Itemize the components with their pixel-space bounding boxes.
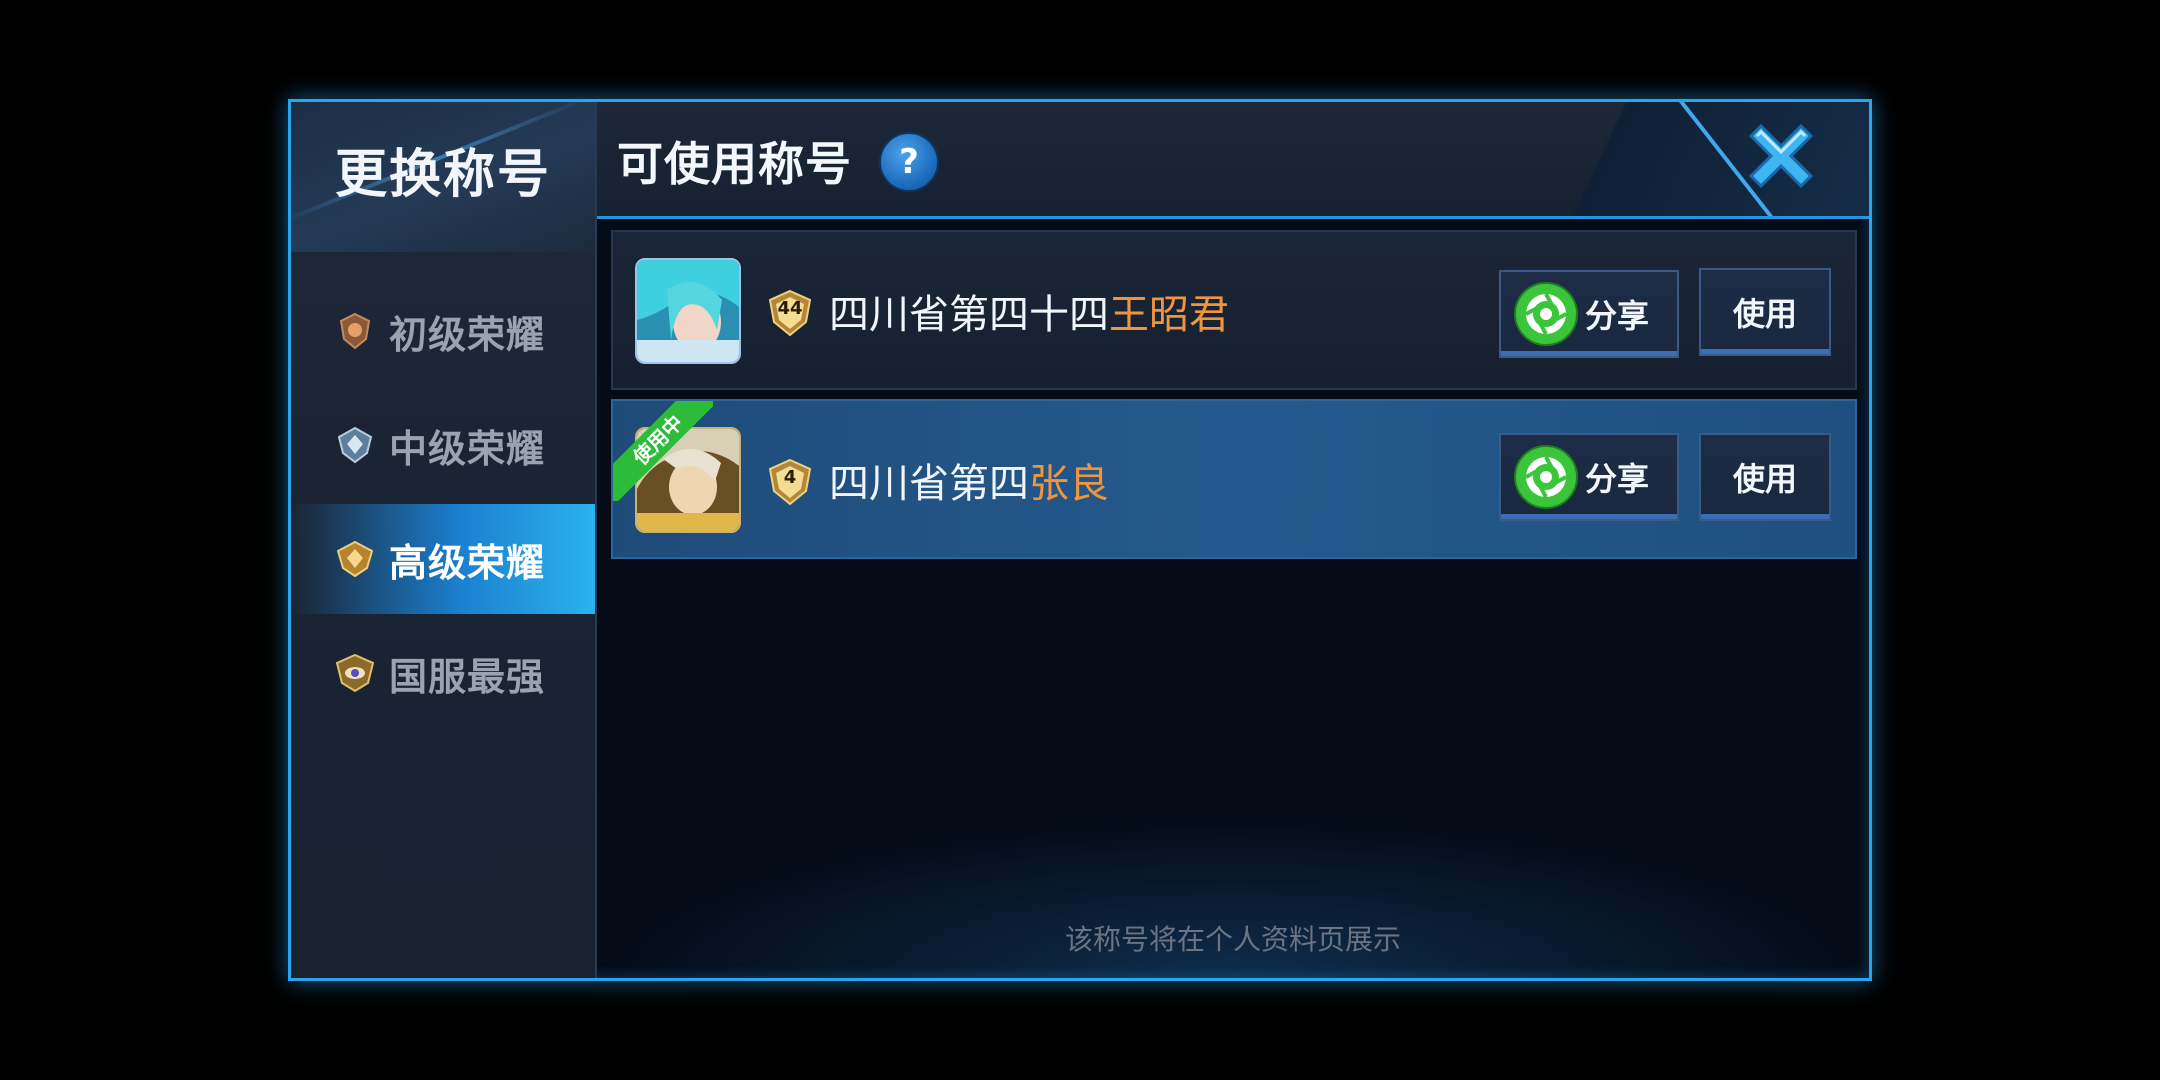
sidebar: 更换称号 初级荣耀 中级荣耀 高级荣耀 国服最强 [291,102,597,978]
sidebar-item-junior-glory[interactable]: 初级荣耀 [291,276,595,386]
rank-medal-icon: 44 [765,288,815,338]
in-use-badge: 使用中 [613,401,713,501]
sidebar-item-label: 高级荣耀 [389,540,546,585]
sidebar-item-mid-glory[interactable]: 中级荣耀 [291,390,595,500]
sidebar-item-national-best[interactable]: 国服最强 [291,618,595,728]
sidebar-item-label: 初级荣耀 [389,312,546,357]
close-button[interactable] [1743,118,1819,194]
share-camera-icon [1514,445,1578,509]
share-button[interactable]: 分享 [1499,270,1679,358]
rank-number: 4 [783,467,797,488]
bronze-medal-icon [339,312,371,350]
use-button[interactable]: 使用 [1699,433,1831,521]
sidebar-item-label: 国服最强 [389,654,546,699]
dialog-title: 更换称号 [334,145,551,205]
footer-note: 该称号将在个人资料页展示 [1064,923,1401,956]
in-use-label: 使用中 [613,401,713,501]
title-prefix: 四川省第四十四 [829,292,1109,338]
use-label: 使用 [1732,295,1797,333]
title-text: 四川省第四十四王昭君 [829,282,1229,340]
top-medal-icon [335,653,375,693]
hero-avatar [635,258,741,364]
question-icon: ? [899,142,919,182]
share-camera-icon [1514,282,1578,346]
sidebar-item-senior-glory[interactable]: 高级荣耀 [291,504,595,614]
page-title: 可使用称号 [617,137,852,191]
title-prefix: 四川省第四 [829,461,1029,507]
list-item[interactable]: 44 四川省第四十四王昭君 分享 使用 [611,230,1857,390]
header-decoration [1559,102,1869,216]
share-label: 分享 [1585,460,1650,498]
use-label: 使用 [1732,460,1797,498]
rank-number: 44 [777,298,803,319]
title-dialog: 更换称号 初级荣耀 中级荣耀 高级荣耀 国服最强 可使用称号 ? 44 四川省第… [288,99,1872,981]
gold-medal-icon [336,540,374,578]
use-button[interactable]: 使用 [1699,268,1831,356]
hero-name: 张良 [1029,461,1109,507]
list-item[interactable]: 使用中 4 四川省第四张良 分享 使用 [611,399,1857,559]
help-button[interactable]: ? [879,132,939,192]
share-button[interactable]: 分享 [1499,433,1679,521]
rank-medal-icon: 4 [765,457,815,507]
silver-medal-icon [337,426,373,464]
sidebar-item-label: 中级荣耀 [389,426,546,471]
share-label: 分享 [1585,297,1650,335]
panel-header: 可使用称号 ? [597,102,1869,219]
hero-name: 王昭君 [1109,292,1229,338]
close-x-icon [1748,123,1814,189]
title-text: 四川省第四张良 [829,451,1109,509]
